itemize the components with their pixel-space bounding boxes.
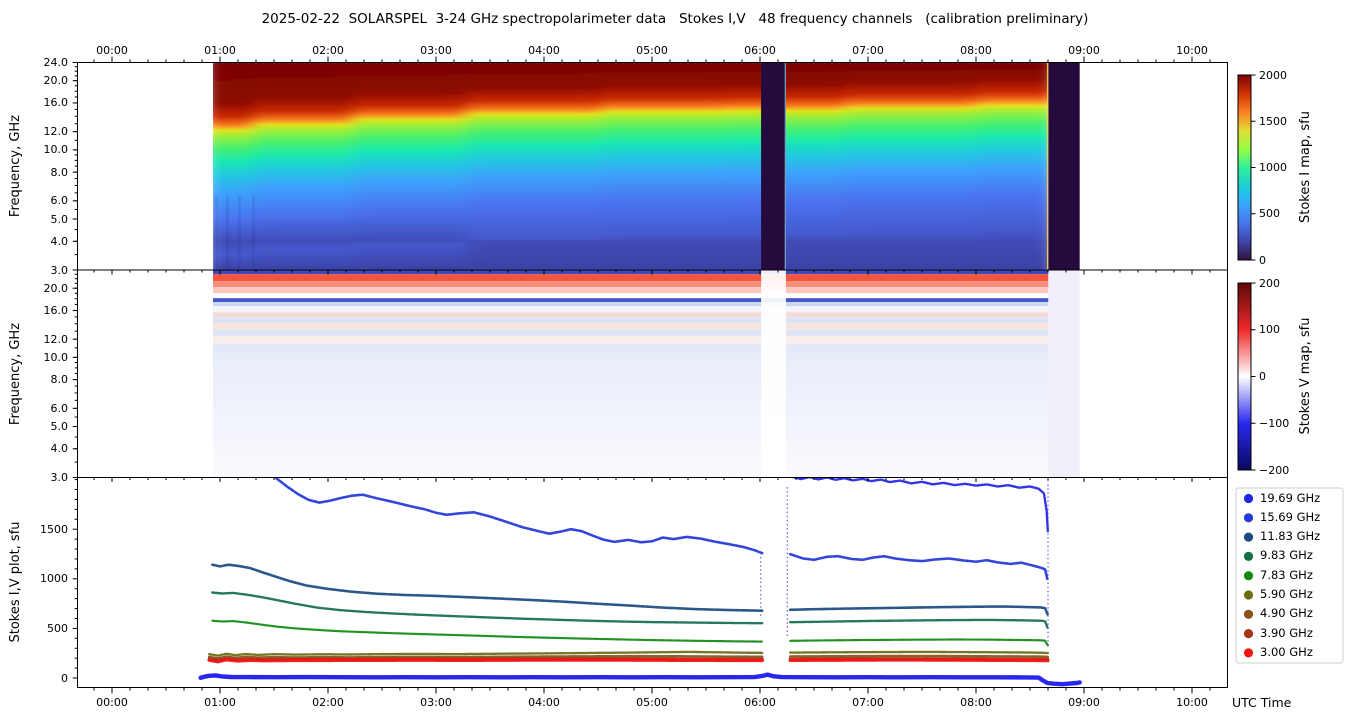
legend-marker-dot (1244, 648, 1253, 657)
legend-marker-dot (1244, 629, 1253, 638)
series-3-00-ghz (790, 660, 1048, 661)
legend-marker-dot (1244, 590, 1253, 599)
stokes-i-map (205, 63, 1079, 271)
legend-marker-dot (1244, 610, 1253, 619)
legend-marker-dot (1244, 494, 1253, 503)
series-stokes-v-overlay (201, 675, 1080, 685)
series-3-00-ghz (209, 660, 762, 662)
stokes-v-colorbar (1238, 283, 1251, 470)
series-5-90-ghz (790, 652, 1048, 653)
series-15-69-ghz (276, 478, 762, 553)
series-7-83-ghz (790, 640, 1048, 646)
spectropolarimeter-figure: 2025-02-22 SOLARSPEL 3-24 GHz spectropol… (0, 0, 1350, 725)
series-4-90-ghz (790, 656, 1048, 657)
legend-marker-dot (1244, 533, 1253, 542)
series-9-83-ghz (790, 620, 1048, 629)
legend-marker-dot (1244, 513, 1253, 522)
stokes-i-colorbar (1238, 75, 1251, 260)
stokes-v-map (213, 270, 1080, 478)
stokes-iv-plot (201, 477, 1080, 684)
series-15-69-ghz (790, 554, 1047, 579)
legend-marker-dot (1244, 571, 1253, 580)
plot-canvas (0, 0, 1350, 725)
series-7-83-ghz (212, 621, 762, 642)
series-19-69-ghz (792, 477, 1047, 531)
series-11-83-ghz (790, 607, 1048, 616)
legend-marker-dot (1244, 552, 1253, 561)
